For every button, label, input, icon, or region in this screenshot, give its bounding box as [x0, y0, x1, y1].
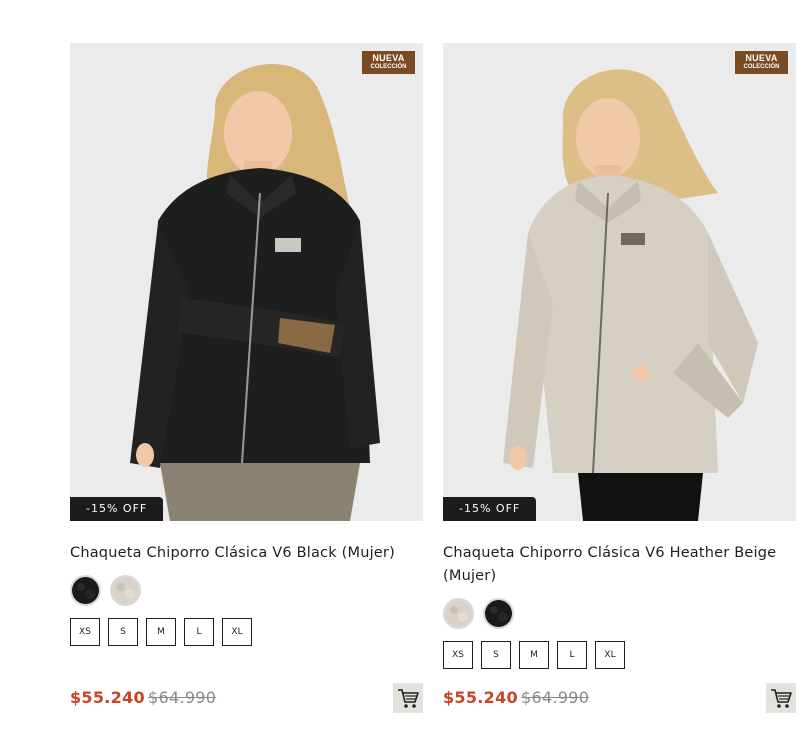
- original-price: $64.990: [521, 688, 590, 707]
- product-grid: NUEVA COLECCIÓN -15% OFF Chaqueta Chipor…: [0, 0, 802, 742]
- product-image[interactable]: NUEVA COLECCIÓN -15% OFF: [443, 43, 796, 521]
- product-title[interactable]: Chaqueta Chiporro Clásica V6 Black (Muje…: [70, 542, 423, 565]
- size-option[interactable]: M: [519, 641, 549, 669]
- size-options: XS S M L XL: [443, 641, 796, 669]
- size-option[interactable]: S: [108, 618, 138, 646]
- discount-badge: -15% OFF: [70, 497, 164, 521]
- size-option[interactable]: XS: [443, 641, 473, 669]
- product-card[interactable]: NUEVA COLECCIÓN -15% OFF Chaqueta Chipor…: [70, 43, 423, 713]
- cart-icon: [771, 689, 792, 708]
- price-row: $55.240 $64.990: [443, 683, 796, 713]
- new-collection-badge: NUEVA COLECCIÓN: [735, 51, 788, 74]
- size-option[interactable]: S: [481, 641, 511, 669]
- badge-line1: NUEVA: [745, 53, 778, 63]
- badge-line2: COLECCIÓN: [743, 64, 780, 70]
- swatch-black[interactable]: [483, 598, 514, 629]
- sale-price: $55.240: [70, 688, 145, 707]
- price-row: $55.240 $64.990: [70, 683, 423, 713]
- cart-icon: [398, 689, 419, 708]
- product-title[interactable]: Chaqueta Chiporro Clásica V6 Heather Bei…: [443, 542, 796, 588]
- product-card[interactable]: NUEVA COLECCIÓN -15% OFF Chaqueta Chipor…: [443, 43, 796, 713]
- model-photo: [443, 43, 796, 521]
- size-options: XS S M L XL: [70, 618, 423, 646]
- size-option[interactable]: XS: [70, 618, 100, 646]
- badge-line1: NUEVA: [372, 53, 405, 63]
- swatch-heather-beige[interactable]: [443, 598, 474, 629]
- size-option[interactable]: XL: [222, 618, 252, 646]
- swatch-heather-beige[interactable]: [110, 575, 141, 606]
- new-collection-badge: NUEVA COLECCIÓN: [362, 51, 415, 74]
- size-option[interactable]: M: [146, 618, 176, 646]
- swatch-black[interactable]: [70, 575, 101, 606]
- size-option[interactable]: L: [184, 618, 214, 646]
- discount-badge: -15% OFF: [443, 497, 537, 521]
- add-to-cart-button[interactable]: [766, 683, 796, 713]
- model-photo: [70, 43, 423, 521]
- original-price: $64.990: [148, 688, 217, 707]
- sale-price: $55.240: [443, 688, 518, 707]
- color-swatches: [443, 598, 796, 629]
- product-image[interactable]: NUEVA COLECCIÓN -15% OFF: [70, 43, 423, 521]
- color-swatches: [70, 575, 423, 606]
- size-option[interactable]: L: [557, 641, 587, 669]
- size-option[interactable]: XL: [595, 641, 625, 669]
- add-to-cart-button[interactable]: [393, 683, 423, 713]
- badge-line2: COLECCIÓN: [370, 64, 407, 70]
